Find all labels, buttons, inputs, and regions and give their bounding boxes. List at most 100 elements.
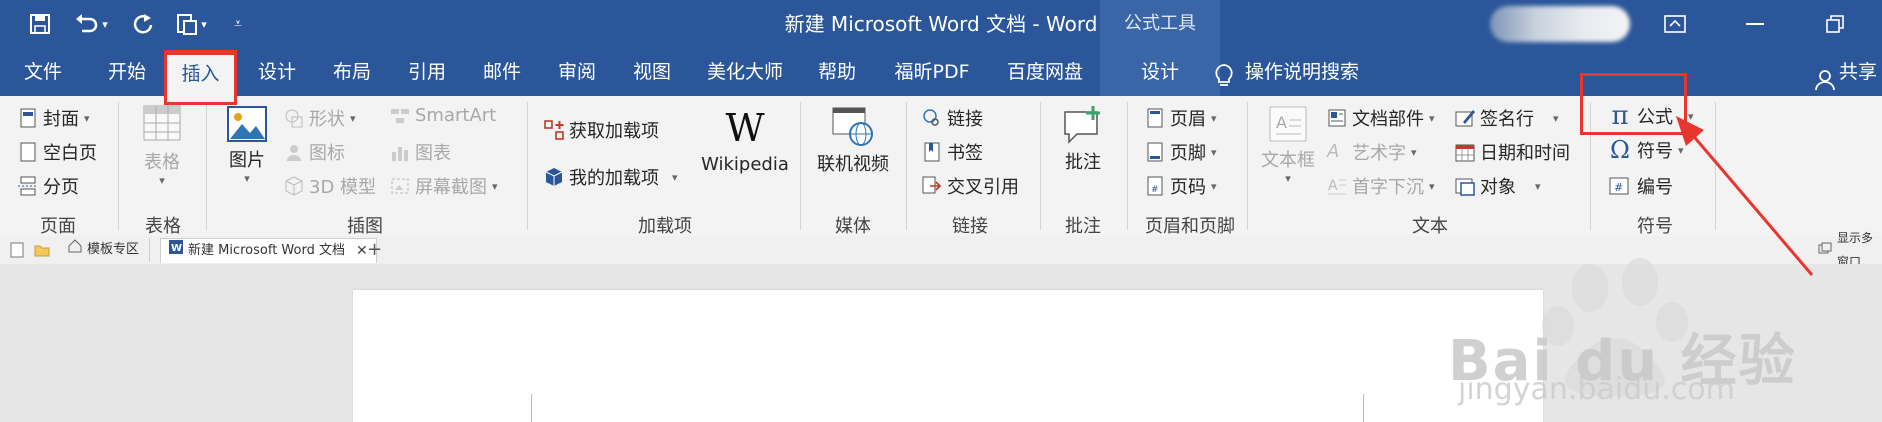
wordart-button[interactable]: A 艺术字 ▾ <box>1327 139 1417 165</box>
avatar[interactable] <box>1490 6 1630 42</box>
icons-icon <box>284 142 304 162</box>
bookmark-button[interactable]: 书签 <box>922 139 983 165</box>
signature-line-button[interactable]: 签名行 ▾ <box>1455 105 1559 131</box>
table-button[interactable]: 表格 ▾ <box>132 104 192 187</box>
chart-button[interactable]: 图表 <box>390 139 451 165</box>
doc-tab-template[interactable]: 模板专区 <box>68 238 151 262</box>
tab-baidu-netdisk[interactable]: 百度网盘 <box>995 48 1095 96</box>
textbox-button[interactable]: A 文本框 ▾ <box>1255 104 1321 185</box>
svg-text:#: # <box>1151 185 1159 195</box>
page-break-button[interactable]: 分页 <box>18 173 79 199</box>
group-divider <box>1040 102 1041 230</box>
tab-layout[interactable]: 布局 <box>317 48 387 96</box>
screenshot-label: 屏幕截图 <box>415 177 487 198</box>
object-button[interactable]: 对象 ▾ <box>1455 173 1541 199</box>
picture-button[interactable]: 图片 ▾ <box>218 104 276 185</box>
tell-me-search[interactable]: 操作说明搜索 <box>1205 48 1385 96</box>
new-file-icon[interactable] <box>10 238 24 262</box>
get-addins-button[interactable]: 获取加载项 <box>544 117 659 143</box>
watermark-url: jingyan.baidu.com <box>1458 372 1735 407</box>
new-comment-icon <box>1061 104 1105 146</box>
folder-icon[interactable] <box>34 238 50 262</box>
blank-page-button[interactable]: 空白页 <box>18 139 97 165</box>
link-button[interactable]: 链接 <box>922 105 983 131</box>
wikipedia-button[interactable]: W Wikipedia <box>696 108 794 175</box>
header-icon <box>1145 108 1165 128</box>
document-page[interactable] <box>353 290 1543 422</box>
share-button[interactable]: 共享 <box>1815 48 1882 96</box>
group-label-text: 文本 <box>1412 216 1448 237</box>
shapes-icon <box>284 108 304 128</box>
tab-file[interactable]: 文件 <box>10 48 76 96</box>
restore-icon[interactable] <box>1800 0 1870 48</box>
bookmark-icon <box>922 142 942 162</box>
textbox-label: 文本框 <box>1261 150 1315 171</box>
3d-model-button[interactable]: 3D 模型 <box>284 173 376 199</box>
numbering-icon: # <box>1608 176 1632 196</box>
tab-view[interactable]: 视图 <box>617 48 687 96</box>
quick-parts-button[interactable]: 文档部件 ▾ <box>1327 105 1435 131</box>
chevron-down-icon: ▾ <box>672 170 678 184</box>
chart-icon <box>390 142 410 162</box>
screenshot-button[interactable]: 屏幕截图 ▾ <box>390 173 498 199</box>
smartart-button[interactable]: SmartArt <box>390 105 496 126</box>
cover-button[interactable]: 封面 ▾ <box>18 105 90 131</box>
chevron-down-icon: ▾ <box>84 111 90 125</box>
wikipedia-icon: W <box>725 106 765 150</box>
lightbulb-icon <box>1213 59 1235 86</box>
comment-label: 批注 <box>1065 152 1101 173</box>
chevron-down-icon: ▾ <box>244 172 250 185</box>
add-tab-icon[interactable]: + <box>367 238 382 262</box>
tab-review[interactable]: 审阅 <box>542 48 612 96</box>
chevron-down-icon: ▾ <box>350 111 356 125</box>
chevron-down-icon: ▾ <box>1429 111 1435 125</box>
wikipedia-label: Wikipedia <box>701 154 789 175</box>
tab-help[interactable]: 帮助 <box>802 48 872 96</box>
cross-reference-button[interactable]: 交叉引用 <box>922 173 1019 199</box>
signature-pen-icon <box>1455 108 1475 128</box>
group-label-addins: 加载项 <box>638 216 692 237</box>
doc-tab-document-label: 新建 Microsoft Word 文档 <box>188 243 345 258</box>
page-break-label: 分页 <box>43 177 79 198</box>
tab-design[interactable]: 设计 <box>242 48 312 96</box>
margin-marker-right <box>1363 394 1364 422</box>
icons-button[interactable]: 图标 <box>284 139 345 165</box>
smartart-icon <box>390 106 410 126</box>
my-addins-button[interactable]: 我的加载项 ▾ <box>544 164 678 190</box>
tab-home[interactable]: 开始 <box>92 48 162 96</box>
chevron-down-icon: ▾ <box>1429 179 1435 193</box>
chevron-down-icon: ▾ <box>492 179 498 193</box>
online-video-button[interactable]: 联机视频 <box>808 106 898 176</box>
drop-cap-button[interactable]: A 首字下沉 ▾ <box>1327 173 1435 199</box>
date-time-button[interactable]: 日期和时间 <box>1455 139 1570 165</box>
group-label-links: 链接 <box>952 216 988 237</box>
calendar-icon <box>1455 142 1475 162</box>
icons-label: 图标 <box>309 143 345 164</box>
footer-label: 页脚 <box>1170 143 1206 164</box>
page-number-button[interactable]: # 页码 ▾ <box>1145 173 1217 199</box>
header-button[interactable]: 页眉 ▾ <box>1145 105 1217 131</box>
page-number-label: 页码 <box>1170 177 1206 198</box>
tab-mailings[interactable]: 邮件 <box>467 48 537 96</box>
addin-cube-icon <box>544 167 564 187</box>
minimize-icon[interactable] <box>1720 0 1790 48</box>
cover-page-icon <box>18 108 38 128</box>
chevron-down-icon: ▾ <box>1285 172 1291 185</box>
tab-foxit-pdf[interactable]: 福昕PDF <box>882 48 982 96</box>
close-icon[interactable]: ✕ <box>356 239 368 263</box>
comment-button[interactable]: 批注 <box>1050 104 1116 174</box>
doc-tab-document[interactable]: W 新建 Microsoft Word 文档 ✕ <box>160 238 377 263</box>
tab-beautify[interactable]: 美化大师 <box>695 48 795 96</box>
plus-grid-icon <box>544 120 564 140</box>
header-label: 页眉 <box>1170 109 1206 130</box>
chevron-down-icon: ▾ <box>1411 145 1417 159</box>
svg-text:A: A <box>1276 113 1287 132</box>
footer-button[interactable]: 页脚 ▾ <box>1145 139 1217 165</box>
tab-references[interactable]: 引用 <box>392 48 462 96</box>
ribbon-display-icon[interactable] <box>1640 0 1710 48</box>
shapes-button[interactable]: 形状 ▾ <box>284 105 356 131</box>
tab-equation-design[interactable]: 设计 <box>1100 48 1220 96</box>
omega-icon: Ω <box>1610 136 1630 164</box>
bookmark-label: 书签 <box>947 143 983 164</box>
get-addins-label: 获取加载项 <box>569 121 659 142</box>
